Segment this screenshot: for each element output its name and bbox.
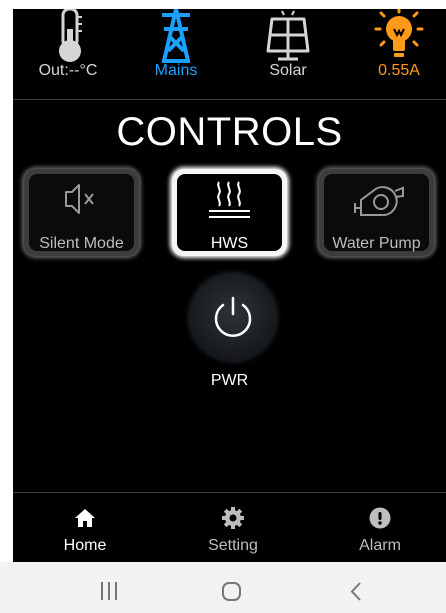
- current-status: 0.55A: [349, 9, 446, 99]
- speaker-muted-icon: [65, 184, 94, 214]
- solar-label: Solar: [269, 62, 307, 79]
- back-icon[interactable]: [350, 582, 361, 601]
- status-bar: Out:--°C Mains Solar 0.55A: [13, 9, 446, 99]
- power-label: PWR: [210, 372, 249, 389]
- tab-home-label: Home: [63, 537, 107, 554]
- gear-icon: [222, 507, 244, 529]
- hws-label: HWS: [210, 235, 249, 252]
- mains-status: Mains: [126, 9, 226, 99]
- current-label: 0.55A: [378, 62, 420, 79]
- temperature-status: Out:--°C: [18, 9, 118, 99]
- tab-setting-label: Setting: [208, 537, 258, 554]
- hot-water-icon: [209, 181, 250, 218]
- power-button[interactable]: [190, 274, 276, 360]
- tab-bar: Home Setting Alarm: [13, 492, 446, 562]
- power-icon: [214, 296, 252, 337]
- water-pump-button[interactable]: Water Pump: [319, 169, 434, 256]
- home-icon: [75, 509, 95, 527]
- solar-panel-icon: [266, 10, 310, 61]
- tab-home[interactable]: Home: [25, 493, 145, 562]
- power-tower-icon: [162, 9, 190, 63]
- water-pump-label: Water Pump: [332, 235, 421, 252]
- hws-button[interactable]: HWS: [172, 169, 287, 256]
- solar-status: Solar: [238, 9, 338, 99]
- thermometer-icon: [59, 9, 82, 62]
- tab-alarm-label: Alarm: [359, 537, 401, 554]
- temperature-label: Out:--°C: [38, 62, 98, 79]
- mains-label: Mains: [154, 62, 198, 79]
- app-screen: Out:--°C Mains Solar 0.55A CONTROLS Sile…: [13, 9, 446, 562]
- tab-setting[interactable]: Setting: [173, 493, 293, 562]
- alert-icon: [369, 507, 391, 529]
- system-nav-icons: [101, 582, 361, 601]
- water-pump-icon: [354, 186, 404, 217]
- divider: [13, 99, 446, 100]
- silent-mode-label: Silent Mode: [39, 235, 124, 252]
- recents-icon[interactable]: [101, 582, 117, 600]
- lightbulb-icon: [374, 9, 424, 57]
- silent-mode-button[interactable]: Silent Mode: [24, 169, 139, 256]
- page-title: CONTROLS: [116, 110, 343, 154]
- home-circle-icon[interactable]: [222, 582, 241, 601]
- tab-alarm[interactable]: Alarm: [320, 493, 440, 562]
- system-navigation-bar: [0, 562, 446, 613]
